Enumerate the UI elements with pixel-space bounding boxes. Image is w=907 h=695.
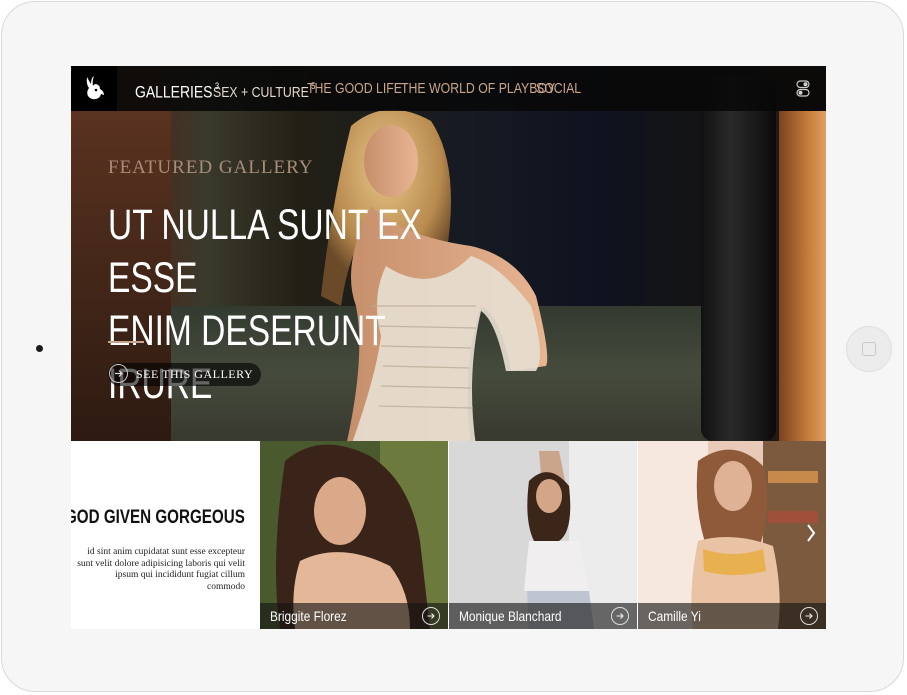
- nav-item-galleries[interactable]: GALLERIES 3: [135, 66, 219, 111]
- hero-background-seat: [701, 76, 776, 441]
- arrow-right-icon[interactable]: [422, 607, 440, 625]
- hero-overline: FEATURED GALLERY: [108, 157, 314, 178]
- card-photo: [260, 441, 448, 629]
- arrow-right-icon: [109, 364, 128, 383]
- nav-item-label: THE GOOD LIFE: [307, 80, 403, 97]
- app-screen: FEATURED GALLERY UT NULLA SUNT EX ESSE E…: [71, 66, 826, 629]
- toggle-icon[interactable]: [796, 80, 810, 97]
- hero-title-line-2: ENIM DESERUNT IRURE: [108, 307, 386, 408]
- arrow-right-icon[interactable]: [800, 607, 818, 625]
- card-name: Briggite Florez: [270, 608, 347, 624]
- logo-button[interactable]: [71, 66, 117, 111]
- home-button[interactable]: [846, 326, 892, 372]
- nav-item-label: GALLERIES: [135, 82, 213, 102]
- gallery-card[interactable]: Briggite Florez: [260, 441, 448, 629]
- nav-item-sex-culture[interactable]: SEX + CULTURE 5: [213, 66, 315, 111]
- gallery-card[interactable]: Camille Yi: [638, 441, 826, 629]
- card-name: Camille Yi: [648, 608, 701, 624]
- hero-title-line-1: UT NULLA SUNT EX ESSE: [108, 201, 422, 302]
- top-navigation: GALLERIES 3 SEX + CULTURE 5 THE GOOD LIFE …: [71, 66, 826, 111]
- see-gallery-button[interactable]: SEE THIS GALLERY: [108, 363, 261, 386]
- feature-description: id sint anim cupidatat sunt esse excepte…: [77, 547, 245, 592]
- nav-item-label: THE WORLD OF PLAYBOY: [401, 80, 556, 97]
- nav-item-good-life[interactable]: THE GOOD LIFE: [307, 66, 402, 111]
- nav-item-label: SEX + CULTURE: [213, 84, 309, 101]
- hero-divider: [108, 341, 144, 343]
- card-photo: [449, 441, 637, 629]
- nav-item-world-of-playboy[interactable]: THE WORLD OF PLAYBOY: [401, 66, 555, 111]
- camera-dot: [36, 345, 43, 352]
- arrow-right-icon[interactable]: [611, 607, 629, 625]
- home-square-icon: [862, 342, 876, 356]
- gallery-card[interactable]: Monique Blanchard: [449, 441, 637, 629]
- gallery-strip: GOD GIVEN GORGEOUS id sint anim cupidata…: [71, 441, 826, 629]
- chevron-right-icon[interactable]: [806, 523, 816, 543]
- card-caption: Camille Yi: [638, 603, 826, 629]
- nav-item-label: SOCIAL: [536, 80, 582, 97]
- card-caption: Briggite Florez: [260, 603, 448, 629]
- card-name: Monique Blanchard: [459, 608, 562, 624]
- bunny-logo-icon: [86, 76, 104, 100]
- hero-banner[interactable]: FEATURED GALLERY UT NULLA SUNT EX ESSE E…: [71, 66, 826, 446]
- hero-background-wood: [779, 111, 826, 441]
- feature-title: GOD GIVEN GORGEOUS: [71, 507, 245, 528]
- feature-panel: GOD GIVEN GORGEOUS id sint anim cupidata…: [71, 441, 260, 629]
- card-caption: Monique Blanchard: [449, 603, 637, 629]
- nav-item-social[interactable]: SOCIAL: [536, 66, 581, 111]
- see-gallery-label: SEE THIS GALLERY: [136, 367, 254, 381]
- card-photo: [638, 441, 826, 629]
